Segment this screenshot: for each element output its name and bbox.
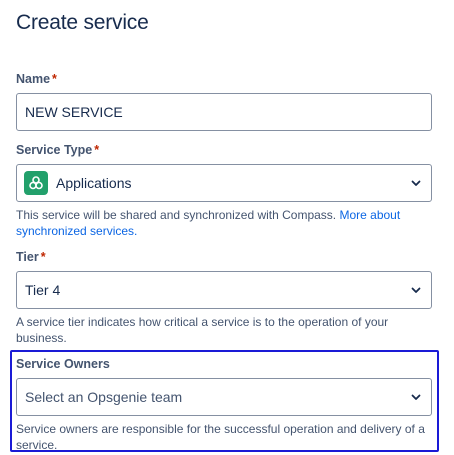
required-marker: * [94,143,100,157]
service-type-select[interactable]: Applications [16,164,432,202]
applications-icon [24,171,48,195]
chevron-down-icon[interactable] [401,165,431,201]
service-owners-helper: Service owners are responsible for the s… [16,422,425,452]
service-type-label-text: Service Type [16,143,93,157]
chevron-down-icon[interactable] [401,272,431,308]
required-marker: * [40,250,46,264]
tier-selected: Tier 4 [25,282,61,298]
tier-helper: A service tier indicates how critical a … [16,315,389,345]
service-type-helper-text: This service will be shared and synchron… [16,208,337,222]
service-owners-label-text: Service Owners [16,357,110,371]
page-title: Create service [16,11,149,34]
create-service-form: Create service Name * NEW SERVICE Service… [0,0,454,455]
service-type-label: Service Type * [16,143,99,157]
required-marker: * [52,72,57,86]
service-owners-placeholder: Select an Opsgenie team [25,389,183,405]
service-type-helper: This service will be shared and synchron… [16,207,432,239]
name-label-text: Name [16,72,51,86]
tier-select[interactable]: Tier 4 [16,271,432,309]
name-input[interactable]: NEW SERVICE [16,93,432,131]
tier-label-text: Tier [16,250,39,264]
chevron-down-icon[interactable] [401,379,431,415]
service-type-selected: Applications [56,175,132,191]
tier-label: Tier * [16,250,46,264]
name-input-value: NEW SERVICE [25,104,123,120]
service-owners-label: Service Owners [16,357,110,371]
name-label: Name * [16,72,57,86]
service-owners-select[interactable]: Select an Opsgenie team [16,378,432,416]
